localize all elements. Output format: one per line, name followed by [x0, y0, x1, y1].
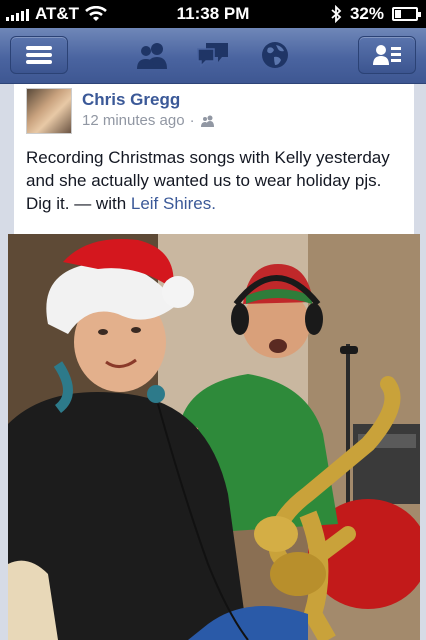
messages-button[interactable]	[194, 38, 232, 72]
contacts-icon	[373, 45, 401, 65]
notifications-button[interactable]	[256, 38, 294, 72]
post-timestamp[interactable]: 12 minutes ago	[82, 112, 185, 129]
with-prefix: — with	[69, 194, 131, 213]
menu-icon	[26, 46, 52, 64]
menu-button[interactable]	[10, 36, 68, 74]
tagged-friend-link[interactable]: Leif Shires.	[131, 194, 216, 213]
notifications-globe-icon	[262, 42, 288, 68]
meta-separator: ·	[189, 112, 195, 129]
author-name[interactable]: Chris Gregg	[82, 90, 180, 110]
post-photo[interactable]	[8, 234, 420, 640]
studio-photo-illustration	[8, 234, 420, 640]
messages-icon	[197, 43, 228, 68]
battery-percent: 32%	[349, 4, 384, 23]
post-meta: 12 minutes ago ·	[82, 112, 216, 129]
post-text: Recording Christmas songs with Kelly yes…	[26, 146, 404, 215]
bluetooth-icon	[331, 5, 342, 23]
author-avatar[interactable]	[26, 88, 72, 134]
battery-icon	[392, 7, 421, 21]
friend-requests-icon	[137, 43, 167, 69]
friends-icon	[200, 115, 214, 127]
status-bar: AT&T 11:38 PM 32%	[0, 0, 426, 28]
contacts-button[interactable]	[358, 36, 416, 74]
nav-bar	[0, 28, 426, 84]
friend-requests-button[interactable]	[133, 38, 171, 72]
